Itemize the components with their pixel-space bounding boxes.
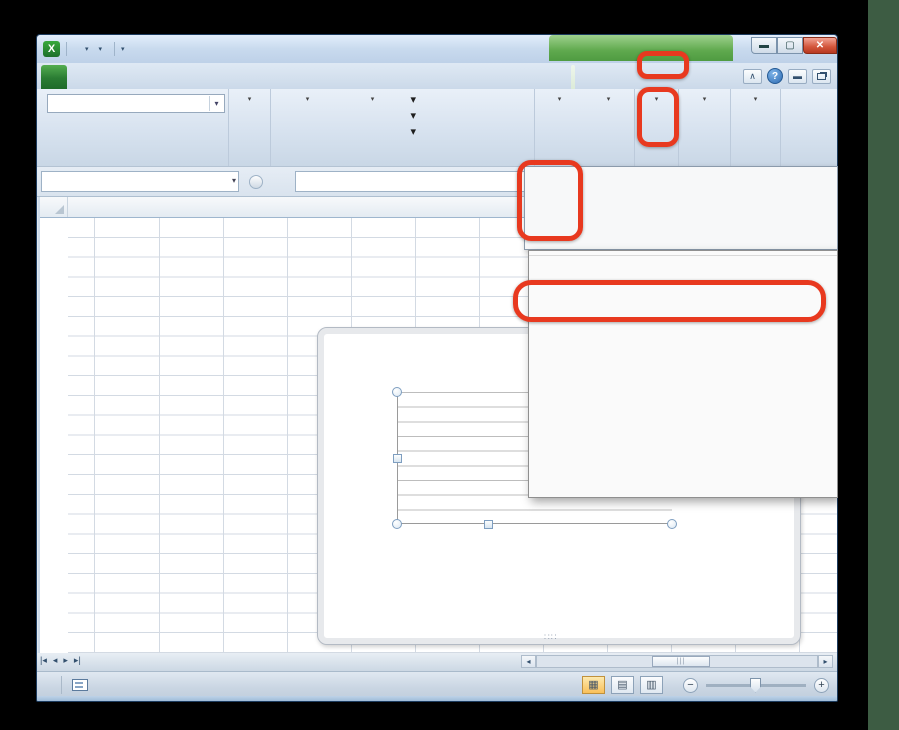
divider: [61, 676, 62, 694]
sheet-tab-bar: |◂ ◂ ▸ ▸| ◂ ||| ▸: [37, 653, 837, 671]
view-page-layout-button[interactable]: ▤: [611, 676, 634, 694]
scroll-left-icon[interactable]: ◂: [521, 655, 536, 668]
selection-handle[interactable]: [392, 519, 402, 529]
highlight-box-maket-tab: [637, 51, 689, 79]
last-sheet-icon[interactable]: ▸|: [71, 653, 84, 668]
axes-button[interactable]: ▾: [537, 89, 583, 153]
quick-access-toolbar: X ▾ ▾ ▾: [43, 40, 125, 57]
chart-frame-grip[interactable]: ∷∷: [544, 632, 557, 643]
view-normal-button[interactable]: ▦: [582, 676, 605, 694]
excel-logo-icon: X: [43, 41, 60, 57]
file-tab[interactable]: [41, 65, 67, 89]
zoom-slider-thumb[interactable]: [750, 678, 761, 693]
next-sheet-icon[interactable]: ▸: [60, 653, 71, 668]
restore-glyph: [817, 73, 826, 80]
formula-options-button[interactable]: [249, 175, 263, 189]
highlight-box-linear-item: [513, 280, 826, 322]
data-table-button[interactable]: ▾: [405, 125, 531, 138]
chevron-down-icon: ▾: [411, 93, 417, 106]
close-button[interactable]: ✕: [803, 37, 837, 54]
chevron-down-icon: ▾: [411, 125, 417, 138]
zoom-in-button[interactable]: +: [814, 678, 829, 693]
chevron-down-icon: ▾: [371, 94, 375, 106]
chart-title-button[interactable]: ▾: [275, 89, 341, 153]
properties-button[interactable]: ▾: [732, 89, 780, 153]
chevron-down-icon: ▾: [306, 94, 310, 106]
maximize-button[interactable]: ▢: [777, 37, 803, 54]
undo-dropdown-icon[interactable]: ▾: [85, 45, 89, 53]
help-icon[interactable]: ?: [767, 68, 783, 84]
undo-icon[interactable]: [79, 40, 81, 57]
window-controls: ▬ ▢ ✕: [751, 37, 837, 54]
reset-style-button[interactable]: [45, 134, 55, 152]
legend-button[interactable]: ▾: [405, 93, 531, 106]
group-labels: ▾ ▾ ▾: [271, 89, 535, 166]
axis-titles-button[interactable]: ▾: [343, 89, 403, 153]
chart-element-combobox[interactable]: ▾: [47, 94, 225, 113]
scrollbar-track[interactable]: |||: [536, 655, 818, 668]
prev-sheet-icon[interactable]: ◂: [50, 653, 61, 668]
contextual-tabs: [571, 65, 575, 89]
redo-icon[interactable]: [93, 40, 95, 57]
highlight-box-trendline: [517, 160, 583, 241]
save-icon[interactable]: [73, 40, 75, 57]
background-strip: [868, 0, 899, 730]
workbook-minimize-icon[interactable]: ▬: [788, 69, 807, 84]
screenshot-root: X ▾ ▾ ▾ ▬ ▢ ✕: [0, 0, 899, 730]
group-analysis: ▾: [679, 89, 731, 166]
name-box[interactable]: ▾: [41, 171, 239, 192]
selection-handle[interactable]: [392, 387, 402, 397]
redo-dropdown-icon[interactable]: ▾: [99, 45, 103, 53]
chevron-down-icon[interactable]: ▾: [209, 96, 223, 111]
collapse-ribbon-icon[interactable]: ∧: [743, 69, 762, 84]
horizontal-scrollbar[interactable]: ◂ ||| ▸: [521, 654, 833, 669]
zoom-out-button[interactable]: −: [683, 678, 698, 693]
table-view-icon[interactable]: [106, 40, 108, 57]
scroll-right-icon[interactable]: ▸: [818, 655, 833, 668]
divider: [114, 42, 115, 56]
group-insert: ▾: [229, 89, 271, 166]
ribbon-controls: ∧ ? ▬: [743, 68, 831, 84]
gridlines-button[interactable]: ▾: [585, 89, 633, 153]
chevron-down-icon: ▾: [558, 94, 562, 106]
divider: [66, 42, 67, 56]
highlight-box-analysis: [637, 87, 679, 147]
first-sheet-icon[interactable]: |◂: [37, 653, 50, 668]
chevron-down-icon: ▾: [411, 109, 417, 122]
chevron-down-icon: ▾: [754, 94, 758, 106]
group-current-fragment: ▾: [41, 89, 229, 166]
selection-handle[interactable]: [393, 454, 402, 463]
chevron-down-icon: ▾: [248, 94, 252, 106]
view-page-break-button[interactable]: ▥: [640, 676, 663, 694]
group-axes: ▾ ▾: [535, 89, 635, 166]
selection-handle[interactable]: [484, 520, 493, 529]
data-labels-button[interactable]: ▾: [405, 109, 531, 122]
ribbon-tab-row: ∧ ? ▬: [37, 63, 837, 89]
window-frame-bottom: [37, 696, 837, 701]
status-bar: ▦ ▤ ▥ − +: [37, 671, 837, 698]
ribbon: ▾ ▾: [37, 89, 837, 167]
group-properties: ▾: [731, 89, 781, 166]
analysis-button[interactable]: ▾: [680, 89, 730, 153]
chevron-down-icon[interactable]: ▾: [232, 176, 236, 185]
workbook-restore-icon[interactable]: [812, 69, 831, 84]
select-all-corner[interactable]: [40, 197, 68, 217]
selection-handle[interactable]: [667, 519, 677, 529]
zoom-slider[interactable]: [706, 684, 806, 687]
macro-record-icon[interactable]: [72, 679, 88, 691]
format-selection-button[interactable]: [45, 116, 55, 134]
scrollbar-thumb[interactable]: |||: [652, 656, 710, 667]
insert-worksheet-icon[interactable]: [86, 653, 110, 668]
more-trendline-options-item[interactable]: [529, 255, 837, 280]
customize-qat-icon[interactable]: ▾: [121, 45, 125, 53]
chevron-down-icon: ▾: [607, 94, 611, 106]
chevron-down-icon: ▾: [703, 94, 707, 106]
title-bar: X ▾ ▾ ▾ ▬ ▢ ✕: [37, 35, 837, 63]
minimize-button[interactable]: ▬: [751, 37, 777, 54]
insert-button[interactable]: ▾: [230, 89, 270, 153]
